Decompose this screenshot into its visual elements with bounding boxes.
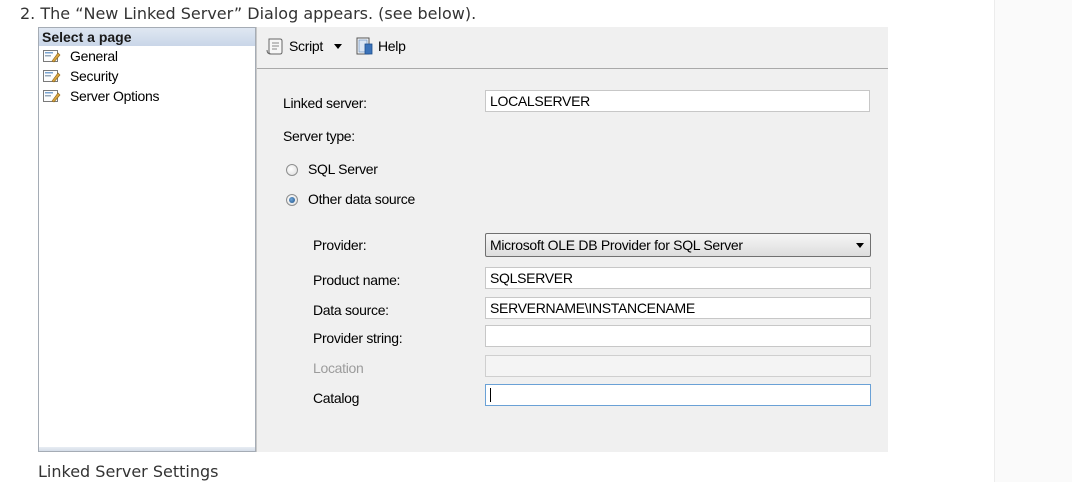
chevron-down-icon [334, 44, 342, 49]
sql-server-radio-label[interactable]: SQL Server [308, 161, 378, 177]
catalog-label: Catalog [313, 390, 360, 406]
linked-server-label: Linked server: [283, 95, 367, 111]
help-button[interactable]: Help [354, 35, 406, 57]
location-label: Location [313, 360, 364, 376]
data-source-label: Data source: [313, 302, 389, 318]
page-selector-header: Select a page [39, 28, 255, 46]
linked-server-input[interactable]: LOCALSERVER [485, 90, 870, 112]
page-settings-icon [43, 70, 61, 83]
script-icon [266, 38, 283, 55]
help-button-label: Help [378, 38, 406, 54]
data-source-input[interactable]: SERVERNAME\INSTANCENAME [485, 297, 871, 319]
provider-select-value: Microsoft OLE DB Provider for SQL Server [490, 237, 743, 253]
chevron-down-icon [856, 243, 864, 248]
page-right-gutter [994, 0, 1072, 482]
sidebar-item-server-options[interactable]: Server Options [39, 86, 255, 106]
page-settings-icon [43, 50, 61, 63]
product-name-input[interactable]: SQLSERVER [485, 267, 871, 289]
catalog-input[interactable] [485, 384, 871, 406]
page-selector-footer [39, 447, 255, 451]
server-type-label: Server type: [283, 128, 355, 144]
sidebar-item-label: Server Options [70, 88, 160, 104]
help-icon [356, 37, 373, 55]
provider-label: Provider: [313, 237, 367, 253]
provider-string-input[interactable] [485, 325, 871, 347]
sql-server-radio[interactable] [286, 164, 298, 176]
other-data-source-radio[interactable] [286, 194, 298, 206]
sidebar-item-label: Security [70, 68, 119, 84]
provider-string-label: Provider string: [313, 330, 403, 346]
provider-select[interactable]: Microsoft OLE DB Provider for SQL Server [485, 233, 871, 257]
step-instruction: 2. The “New Linked Server” Dialog appear… [20, 4, 477, 23]
new-linked-server-dialog: Select a page General Security Server Op… [38, 27, 888, 452]
product-name-label: Product name: [313, 272, 401, 288]
general-page-pane: Script Help Linked server: LOCALSERVER S… [256, 27, 888, 452]
other-data-source-radio-label[interactable]: Other data source [308, 191, 415, 207]
text-caret [490, 388, 491, 402]
script-button[interactable]: Script [265, 35, 323, 57]
script-dropdown-button[interactable] [333, 35, 343, 57]
figure-caption: Linked Server Settings [38, 462, 219, 481]
page-selector-panel: Select a page General Security Server Op… [38, 27, 256, 452]
script-button-label: Script [289, 38, 323, 54]
location-input [485, 355, 871, 377]
sidebar-item-label: General [70, 48, 118, 64]
sidebar-item-general[interactable]: General [39, 46, 255, 66]
page-settings-icon [43, 90, 61, 103]
sidebar-item-security[interactable]: Security [39, 66, 255, 86]
dialog-toolbar: Script Help [257, 27, 888, 69]
